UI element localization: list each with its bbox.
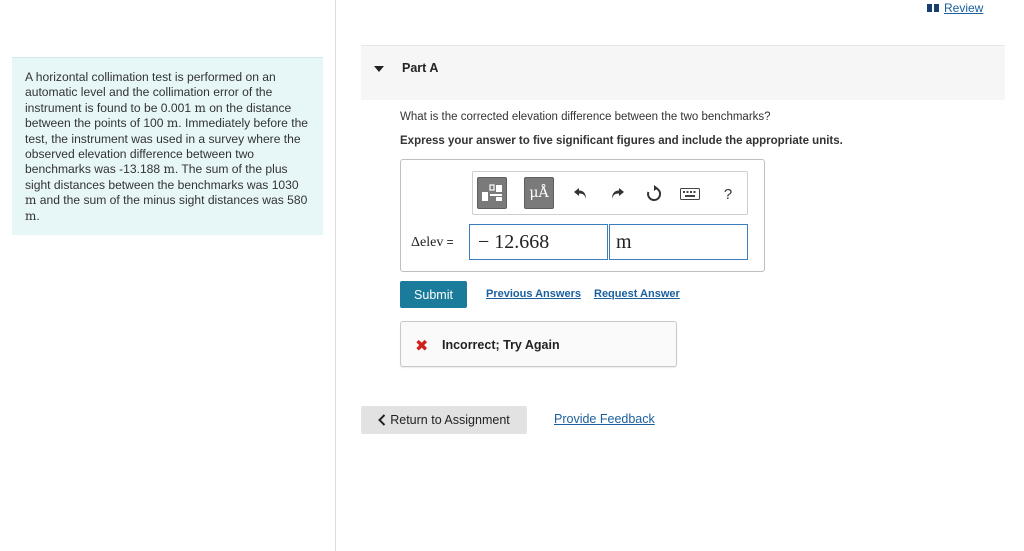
question-text: What is the corrected elevation differen…: [400, 111, 771, 123]
answer-unit-input[interactable]: m: [609, 224, 748, 260]
units-button[interactable]: μÅ: [524, 177, 554, 209]
answer-box: μÅ ? Δelev = − 12.668 m: [400, 159, 765, 272]
left-panel: A horizontal collimation test is perform…: [0, 0, 336, 551]
submit-button[interactable]: Submit: [400, 281, 467, 308]
undo-icon[interactable]: [570, 184, 592, 204]
answer-value-input[interactable]: − 12.668: [469, 224, 608, 260]
return-label: Return to Assignment: [390, 413, 510, 427]
problem-text: .: [36, 208, 40, 223]
review-link[interactable]: Review: [927, 1, 983, 15]
answer-label: Δelev =: [411, 235, 454, 251]
feedback-message-box: ✖ Incorrect; Try Again: [400, 321, 677, 367]
math-toolbar: μÅ ?: [472, 171, 748, 215]
equals-sign: =: [443, 235, 454, 249]
unit-m: m: [194, 100, 206, 115]
problem-text: and the sum of the minus sight distances…: [39, 193, 308, 208]
book-icon: [927, 4, 939, 12]
feedback-text: Incorrect; Try Again: [442, 338, 560, 352]
caret-down-icon: [374, 66, 384, 72]
templates-button[interactable]: [477, 177, 507, 209]
return-to-assignment-button[interactable]: Return to Assignment: [361, 406, 527, 434]
unit-m: m: [25, 208, 37, 223]
provide-feedback-link[interactable]: Provide Feedback: [554, 412, 655, 426]
problem-statement: A horizontal collimation test is perform…: [12, 57, 323, 235]
chevron-left-icon: [378, 414, 386, 426]
redo-icon[interactable]: [606, 184, 628, 204]
help-icon[interactable]: ?: [717, 184, 739, 204]
reset-icon[interactable]: [643, 184, 665, 204]
unit-m: m: [163, 162, 175, 177]
review-label: Review: [944, 1, 984, 15]
templates-icon: [482, 184, 502, 201]
previous-answers-link[interactable]: Previous Answers: [486, 288, 581, 300]
request-answer-link[interactable]: Request Answer: [594, 288, 680, 300]
keyboard-icon[interactable]: [678, 184, 702, 204]
incorrect-x-icon: ✖: [415, 338, 429, 355]
instruction-text: Express your answer to five significant …: [400, 135, 843, 147]
answer-variable: Δelev: [411, 235, 444, 250]
units-glyph: μÅ: [529, 185, 549, 201]
unit-m: m: [25, 193, 37, 208]
part-title: Part A: [402, 61, 439, 75]
unit-m: m: [166, 116, 179, 131]
part-a-header[interactable]: Part A: [361, 45, 1005, 100]
help-glyph: ?: [723, 185, 733, 203]
